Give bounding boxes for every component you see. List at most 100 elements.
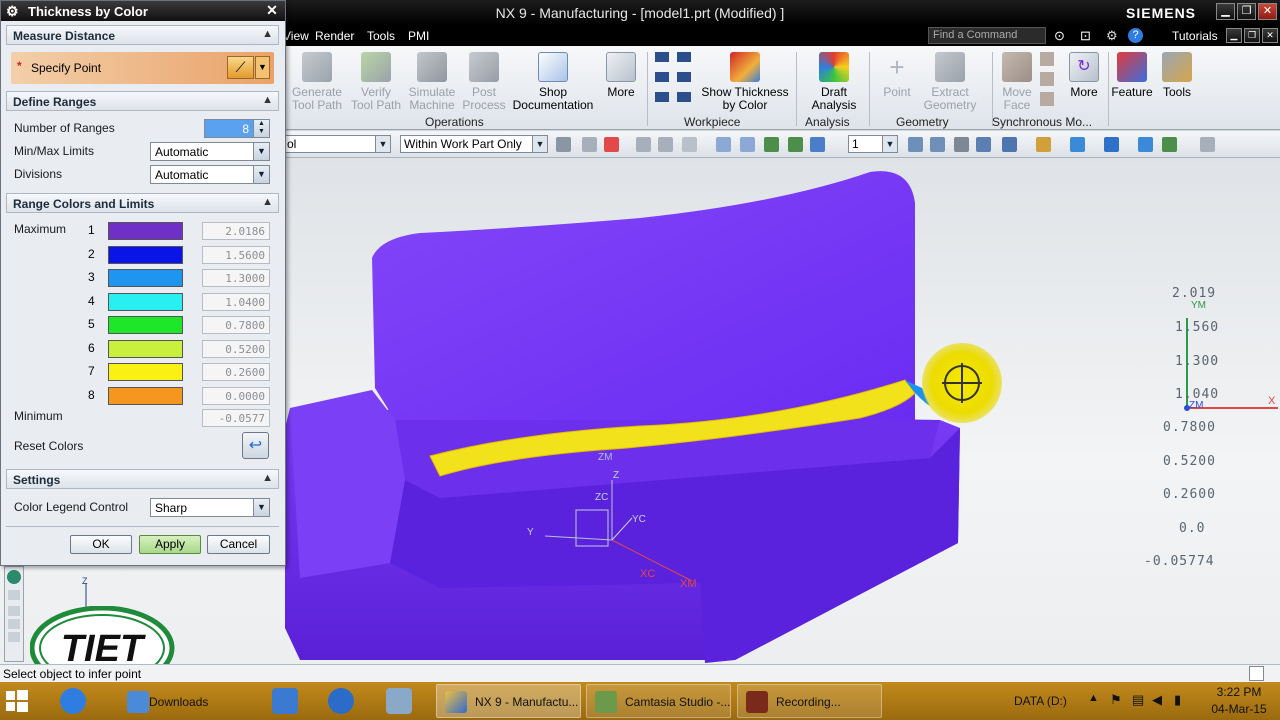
scope-select[interactable]: Within Work Part Only ▼	[400, 135, 548, 153]
render-icon[interactable]	[1104, 137, 1119, 152]
select-icon[interactable]	[658, 137, 673, 152]
sync-icon[interactable]	[1040, 92, 1054, 106]
chevron-up-icon[interactable]: ▲	[1088, 692, 1099, 704]
flag-icon[interactable]: ⚑	[1110, 692, 1122, 708]
layer-select[interactable]: 1 ▼	[848, 135, 898, 153]
volume-icon[interactable]: ◀	[1152, 692, 1162, 708]
draft-analysis-button[interactable]: Draft Analysis	[804, 52, 864, 112]
tutorials-link[interactable]: Tutorials	[1172, 29, 1218, 43]
status-toggle-icon[interactable]	[1249, 666, 1264, 681]
type-filter-select[interactable]: ol ▼	[283, 135, 391, 153]
view-icon[interactable]	[716, 137, 731, 152]
section-settings[interactable]: Settings ▲	[6, 469, 279, 489]
doc-close-button[interactable]: ✕	[1262, 28, 1278, 43]
show-thickness-button[interactable]: Show Thickness by Color	[700, 52, 790, 112]
feature-button[interactable]: Feature	[1111, 52, 1153, 99]
snap-icon[interactable]	[604, 137, 619, 152]
simulate-machine-button[interactable]: Simulate Machine	[406, 52, 458, 112]
menu-view[interactable]: View	[283, 29, 309, 43]
range-color-swatch[interactable]	[108, 363, 183, 381]
section-measure-distance[interactable]: Measure Distance ▲	[6, 25, 279, 45]
gear-icon[interactable]: ⚙	[6, 3, 19, 20]
snap-icon[interactable]	[788, 137, 803, 152]
doc-minimize-button[interactable]: ▁	[1226, 28, 1242, 43]
taskbar-item-recording[interactable]: Recording...	[737, 684, 882, 718]
color-legend-select[interactable]: Sharp ▼	[150, 498, 270, 517]
filter-icon[interactable]	[556, 137, 571, 152]
view-icon[interactable]: ⊡	[1080, 28, 1096, 44]
menu-tools[interactable]: Tools	[367, 29, 395, 43]
view-icon[interactable]	[930, 137, 945, 152]
verify-tool-path-button[interactable]: Verify Tool Path	[349, 52, 403, 112]
move-face-button[interactable]: Move Face	[997, 52, 1037, 112]
drive-label[interactable]: DATA (D:)	[1014, 694, 1067, 708]
section-range-colors[interactable]: Range Colors and Limits ▲	[6, 193, 279, 213]
fit-icon[interactable]: ⊙	[1054, 28, 1070, 44]
scroll-down-icon[interactable]	[8, 632, 20, 642]
divisions-select[interactable]: Automatic ▼	[150, 165, 270, 184]
view-icon[interactable]	[908, 137, 923, 152]
network-tray-icon[interactable]: ▤	[1132, 692, 1144, 708]
scroll-up-icon[interactable]	[8, 590, 20, 600]
snap-icon[interactable]	[764, 137, 779, 152]
cancel-button[interactable]: Cancel	[207, 535, 270, 554]
battery-icon[interactable]: ▮	[1174, 692, 1181, 708]
section-define-ranges[interactable]: Define Ranges ▲	[6, 91, 279, 111]
extract-geometry-button[interactable]: Extract Geometry	[918, 52, 982, 112]
apply-button[interactable]: Apply	[139, 535, 201, 554]
doc-restore-button[interactable]: ❐	[1244, 28, 1260, 43]
workpiece-icon[interactable]	[655, 52, 669, 62]
range-color-swatch[interactable]	[108, 222, 183, 240]
view-icon[interactable]	[740, 137, 755, 152]
command-finder-input[interactable]: Find a Command	[928, 27, 1046, 44]
taskbar-item-downloads[interactable]: Downloads	[118, 684, 246, 718]
point-dialog-icon[interactable]: ⟋	[227, 56, 254, 79]
taskbar-item-camtasia[interactable]: Camtasia Studio -...	[586, 684, 731, 718]
render-icon[interactable]	[1070, 137, 1085, 152]
post-process-button[interactable]: Post Process	[460, 52, 508, 112]
more-sync-button[interactable]: ↻ More	[1064, 52, 1104, 99]
workpiece-icon[interactable]	[677, 72, 691, 82]
render-icon[interactable]	[1138, 137, 1153, 152]
snap-icon[interactable]	[810, 137, 825, 152]
workpiece-icon[interactable]	[677, 52, 691, 62]
settings-icon[interactable]: ⚙	[1106, 28, 1122, 44]
chevron-down-icon[interactable]: ▼	[255, 56, 270, 79]
number-of-ranges-stepper[interactable]: 8 ▲ ▼	[204, 119, 270, 138]
pan-icon[interactable]	[976, 137, 991, 152]
range-color-swatch[interactable]	[108, 293, 183, 311]
select-icon[interactable]	[636, 137, 651, 152]
network-icon[interactable]	[386, 688, 412, 714]
workpiece-icon[interactable]	[655, 72, 669, 82]
clock-date[interactable]: 04-Mar-15	[1204, 702, 1274, 716]
tools-button[interactable]: Tools	[1157, 52, 1197, 99]
workpiece-icon[interactable]	[677, 92, 691, 102]
sync-icon[interactable]	[1040, 52, 1054, 66]
minimize-button[interactable]: ▁	[1216, 3, 1235, 20]
sync-icon[interactable]	[1040, 72, 1054, 86]
render-icon[interactable]	[1162, 137, 1177, 152]
range-color-swatch[interactable]	[108, 340, 183, 358]
workpiece-small-icons[interactable]	[655, 52, 695, 106]
navigator-icon[interactable]	[7, 570, 21, 584]
scroll-down-icon[interactable]	[8, 619, 20, 629]
range-color-swatch[interactable]	[108, 316, 183, 334]
workpiece-icon[interactable]	[655, 92, 669, 102]
range-color-swatch[interactable]	[108, 269, 183, 287]
close-icon[interactable]: ✕	[263, 2, 281, 19]
restore-button[interactable]: ❐	[1237, 3, 1256, 20]
specify-point-row[interactable]: * Specify Point ⟋ ▼	[11, 52, 274, 84]
browser-icon[interactable]	[60, 688, 86, 714]
close-window-button[interactable]: ✕	[1258, 3, 1277, 20]
point-button[interactable]: + Point	[877, 52, 917, 99]
shop-documentation-button[interactable]: Shop Documentation	[511, 52, 595, 112]
range-color-swatch[interactable]	[108, 387, 183, 405]
taskbar-item-nx[interactable]: NX 9 - Manufactu...	[436, 684, 581, 718]
menu-pmi[interactable]: PMI	[408, 29, 429, 43]
select-icon[interactable]	[582, 137, 597, 152]
rotate-icon[interactable]	[954, 137, 969, 152]
more-operations-button[interactable]: More	[602, 52, 640, 99]
scroll-up-icon[interactable]	[8, 606, 20, 616]
stepper-icon[interactable]: ▲ ▼	[253, 120, 269, 137]
start-button[interactable]	[6, 690, 28, 712]
